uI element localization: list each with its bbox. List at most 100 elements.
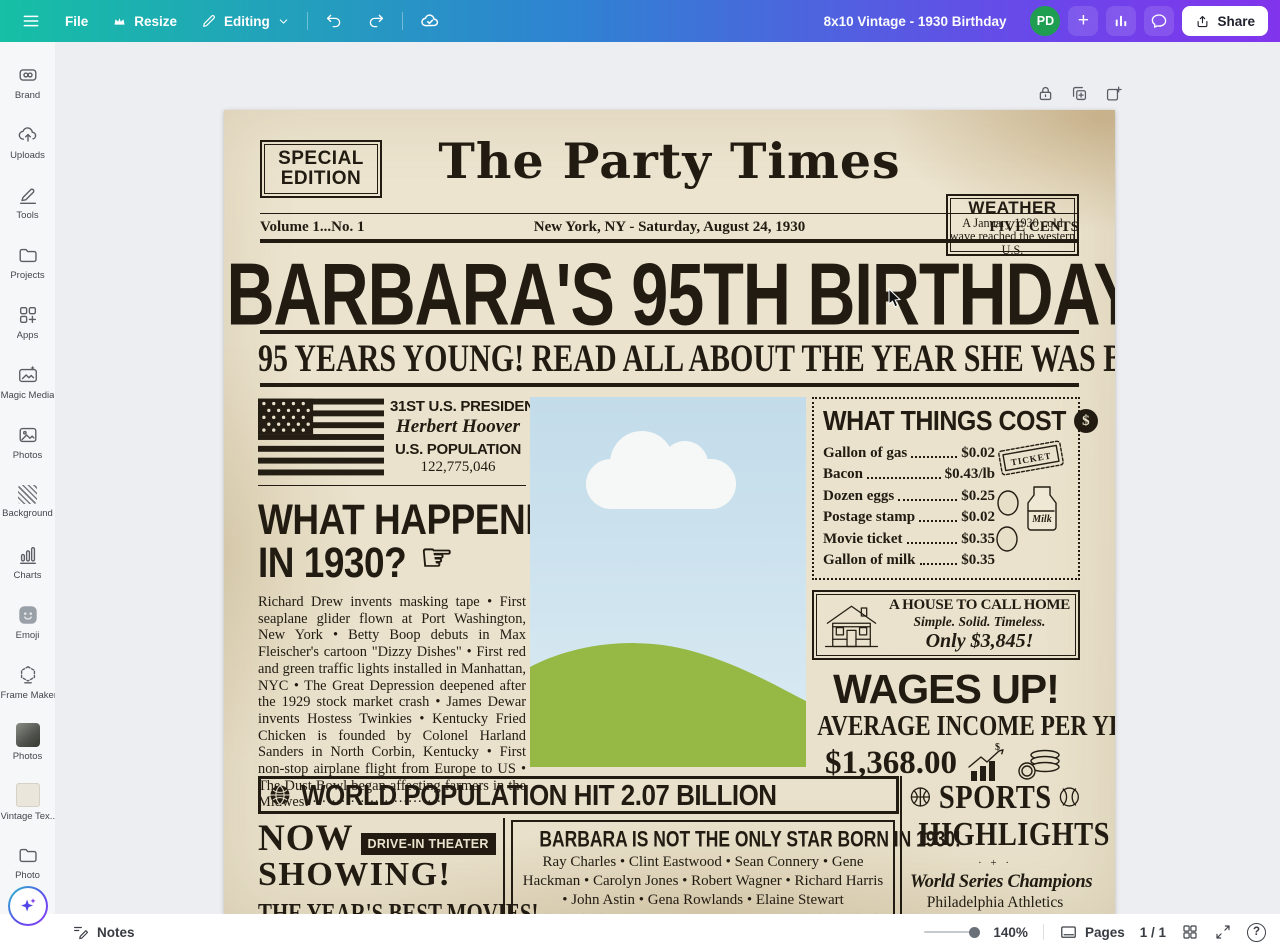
- volume-row[interactable]: Volume 1...No. 1 New York, NY - Saturday…: [260, 216, 1079, 238]
- sidebar-item-projects[interactable]: Projects: [0, 232, 55, 292]
- bar-chart-icon: [1112, 12, 1130, 30]
- sidebar-label: Uploads: [10, 150, 45, 161]
- price-value: $0.35: [961, 531, 995, 548]
- special-edition-box[interactable]: SPECIAL EDITION: [260, 140, 382, 198]
- house-price: Only $3,845!: [889, 631, 1070, 652]
- price-value: $0.25: [961, 488, 995, 505]
- sidebar-label: Apps: [17, 330, 39, 341]
- page-controls: [1036, 84, 1123, 103]
- sidebar-item-photos-folder[interactable]: Photos: [0, 712, 55, 772]
- masthead-title[interactable]: The Party Times: [389, 132, 950, 190]
- right-column: WHAT THINGS COST $ Gallon of gas $0.02 Ba…: [812, 397, 1080, 783]
- notes-icon: [72, 923, 90, 941]
- pencil-icon: [201, 13, 217, 29]
- comments-button[interactable]: [1144, 6, 1174, 36]
- dateline: New York, NY - Saturday, August 24, 1930: [260, 219, 1079, 236]
- wages-subtitle: AVERAGE INCOME PER YEAR: [817, 711, 1115, 743]
- dollar-icon: $: [1074, 409, 1098, 433]
- subheadline-text: 95 YEARS YOUNG! READ ALL ABOUT THE YEAR …: [258, 337, 1115, 381]
- grid-view-icon[interactable]: [1181, 923, 1199, 941]
- house-illustration: [822, 598, 881, 652]
- now-showing-block[interactable]: NOW DRIVE-IN THEATER SHOWING! THE YEAR'S…: [258, 822, 500, 915]
- sidebar-item-background[interactable]: Background: [0, 472, 55, 532]
- fullscreen-icon[interactable]: [1214, 923, 1232, 941]
- statusbar-divider: [1043, 924, 1044, 940]
- drive-in-badge: DRIVE-IN THEATER: [361, 833, 496, 855]
- add-page-icon[interactable]: [1104, 84, 1123, 103]
- special-edition-line2: EDITION: [281, 169, 362, 189]
- design-canvas[interactable]: SPECIAL EDITION The Party Times WEATHER …: [224, 110, 1115, 915]
- pointing-hand-icon: ☞: [420, 539, 453, 576]
- headline[interactable]: BARBARA'S 95TH BIRTHDAY: [244, 243, 1095, 333]
- background-texture-icon: [18, 485, 37, 504]
- redo-button[interactable]: [356, 6, 396, 36]
- file-menu-button[interactable]: File: [54, 8, 99, 35]
- cloud-save-status[interactable]: [409, 5, 451, 37]
- chart-dollar-glyph: $: [995, 743, 1000, 753]
- avatar-initials: PD: [1037, 14, 1054, 28]
- pages-button[interactable]: Pages: [1059, 923, 1125, 942]
- basketball-icon: [910, 785, 931, 809]
- brand-icon: [17, 64, 39, 86]
- sidebar-label: Frame Maker: [1, 690, 55, 701]
- resize-button[interactable]: Resize: [101, 8, 188, 35]
- sidebar-label: Charts: [14, 570, 42, 581]
- sidebar-label: Tools: [16, 210, 38, 221]
- subheadline[interactable]: 95 YEARS YOUNG! READ ALL ABOUT THE YEAR …: [258, 337, 1081, 382]
- lock-icon[interactable]: [1036, 84, 1055, 103]
- house-ad-box[interactable]: A HOUSE TO CALL HOME Simple. Solid. Time…: [812, 590, 1080, 660]
- population-value: 122,775,046: [390, 459, 526, 476]
- canva-assistant-button[interactable]: [8, 886, 48, 926]
- notes-button[interactable]: Notes: [72, 923, 135, 941]
- things-cost-title: WHAT THINGS COST: [823, 405, 1066, 437]
- editing-mode-button[interactable]: Editing: [190, 7, 301, 35]
- share-button[interactable]: Share: [1182, 6, 1268, 36]
- sidebar-item-tools[interactable]: Tools: [0, 172, 55, 232]
- price-value: $0.02: [961, 445, 995, 462]
- sidebar-item-apps[interactable]: Apps: [0, 292, 55, 352]
- sidebar-item-charts[interactable]: Charts: [0, 532, 55, 592]
- price-value: $0.35: [961, 552, 995, 569]
- zoom-level[interactable]: 140%: [993, 925, 1028, 940]
- toolbar-divider: [402, 12, 403, 30]
- sidebar-item-uploads[interactable]: Uploads: [0, 112, 55, 172]
- what-happened-heading[interactable]: WHAT HAPPENED IN 1930? ☞: [258, 496, 526, 582]
- add-member-button[interactable]: +: [1068, 6, 1098, 36]
- main-menu-button[interactable]: [10, 5, 52, 37]
- globe-icon: [269, 784, 291, 806]
- pen-tool-icon: [17, 184, 39, 206]
- wages-block[interactable]: WAGES UP! AVERAGE INCOME PER YEAR $1,368…: [812, 668, 1080, 783]
- photos-thumbnail: [16, 723, 40, 747]
- ticket-illustration: TICKET: [992, 439, 1070, 477]
- price-label: Gallon of gas: [823, 445, 907, 462]
- population-banner[interactable]: WORLD POPULATION HIT 2.07 BILLION: [258, 776, 899, 814]
- wages-title: WAGES UP!: [812, 668, 1080, 711]
- price-label: Bacon: [823, 466, 863, 483]
- what-things-cost-box[interactable]: WHAT THINGS COST $ Gallon of gas$0.02 Ba…: [812, 397, 1080, 580]
- sidebar-item-vintage-textures[interactable]: Vintage Tex...: [0, 772, 55, 832]
- price-row: Postage stamp$0.02: [823, 505, 995, 527]
- sidebar-item-photos[interactable]: Photos: [0, 412, 55, 472]
- sidebar-item-brand[interactable]: Brand: [0, 52, 55, 112]
- stars-born-box[interactable]: BARBARA IS NOT THE ONLY STAR BORN IN 193…: [511, 820, 895, 915]
- sidebar-item-frame-maker[interactable]: Frame Maker: [0, 652, 55, 712]
- dot-leader: [919, 520, 957, 522]
- photo-placeholder[interactable]: [530, 397, 806, 767]
- president-block[interactable]: 31ST U.S. PRESIDENT Herbert Hoover U.S. …: [258, 398, 526, 476]
- avatar[interactable]: PD: [1030, 6, 1060, 36]
- document-title[interactable]: 8x10 Vintage - 1930 Birthday: [824, 14, 1007, 29]
- sidebar-item-magic-media[interactable]: Magic Media: [0, 352, 55, 412]
- sports-highlights-block[interactable]: SPORTS HIGHLIGHTS · + · World Series Cha…: [900, 776, 1080, 915]
- stars-names: Ray Charles • Clint Eastwood • Sean Conn…: [521, 853, 885, 909]
- insights-button[interactable]: [1106, 6, 1136, 36]
- zoom-slider[interactable]: [924, 931, 978, 933]
- comment-icon: [1150, 12, 1168, 30]
- price-row: Movie ticket$0.35: [823, 526, 995, 548]
- zoom-slider-knob[interactable]: [969, 927, 980, 938]
- duplicate-page-icon[interactable]: [1070, 84, 1089, 103]
- redo-icon: [367, 12, 385, 30]
- undo-button[interactable]: [314, 6, 354, 36]
- sidebar-item-photo-folder[interactable]: Photo: [0, 832, 55, 892]
- help-button[interactable]: ?: [1247, 923, 1266, 942]
- sidebar-item-emoji[interactable]: Emoji: [0, 592, 55, 652]
